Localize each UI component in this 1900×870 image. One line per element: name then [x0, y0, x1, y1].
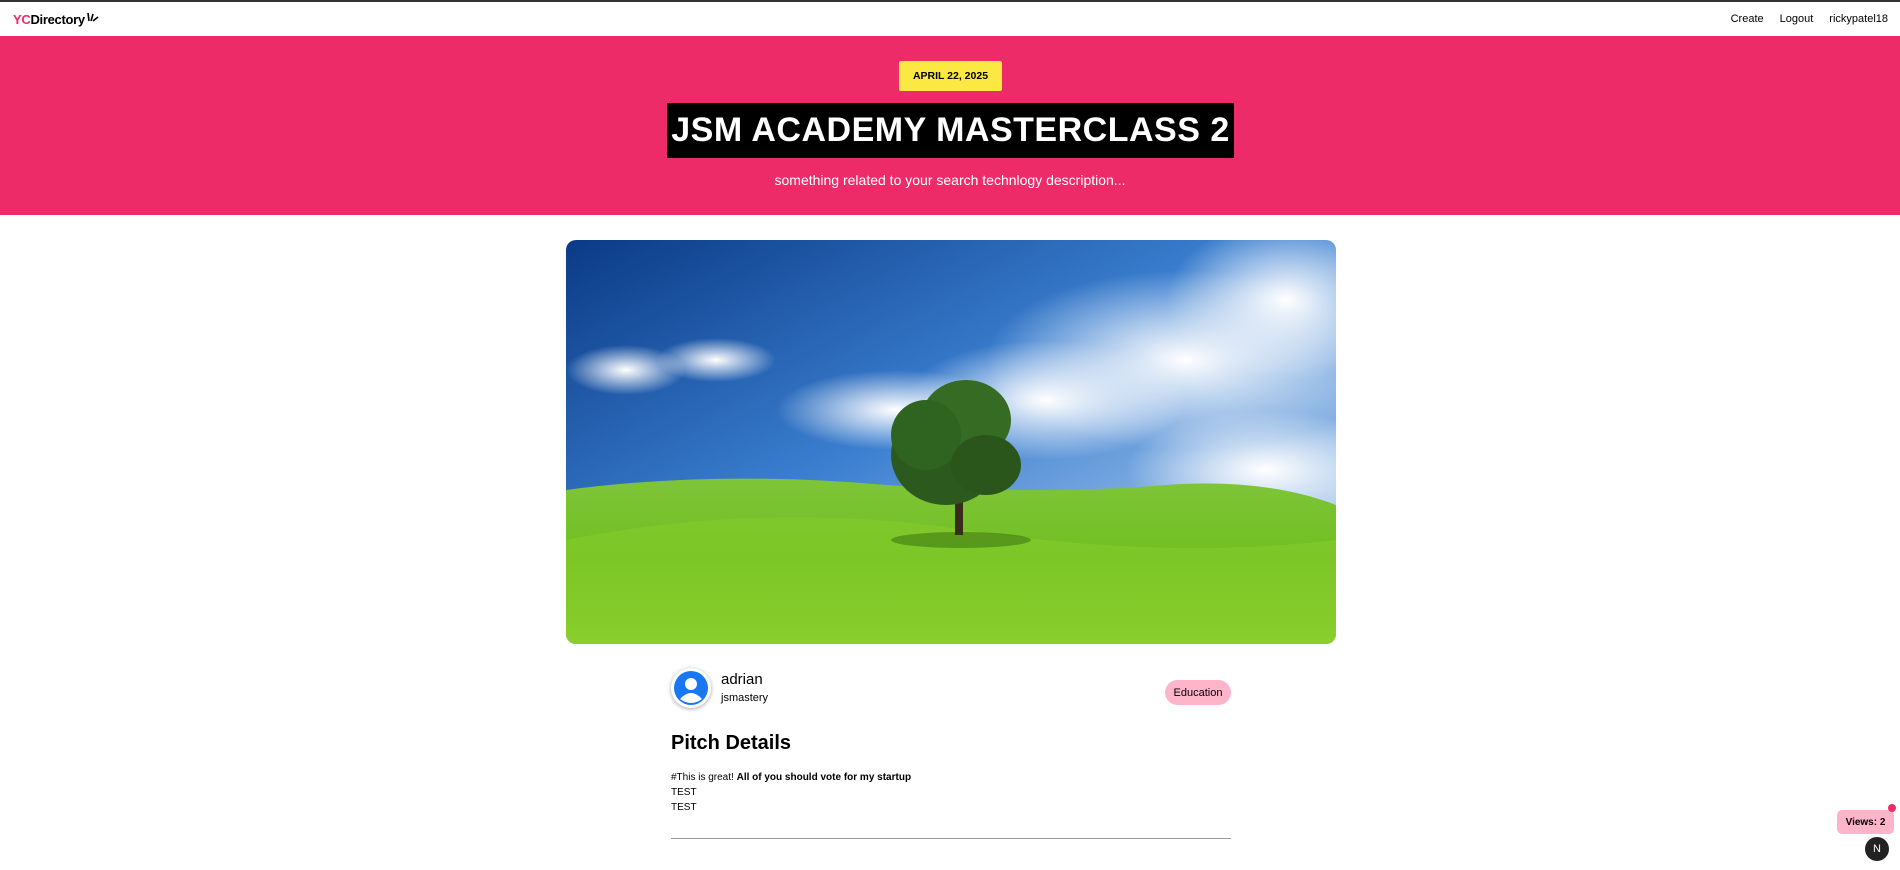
- pitch-content: #This is great! All of you should vote f…: [671, 770, 911, 815]
- user-profile-link[interactable]: rickypatel18: [1829, 13, 1888, 25]
- logo[interactable]: YC Directory: [13, 12, 100, 27]
- user-avatar-icon: [674, 671, 708, 705]
- create-link[interactable]: Create: [1731, 13, 1764, 25]
- description: something related to your search technlo…: [774, 172, 1126, 188]
- hero-section: APRIL 22, 2025 JSM ACADEMY MASTERCLASS 2…: [0, 36, 1900, 215]
- page-title: JSM ACADEMY MASTERCLASS 2: [667, 103, 1234, 158]
- views-counter: Views: 2: [1837, 810, 1894, 834]
- pitch-text: #This is great!: [671, 772, 737, 783]
- author-info[interactable]: adrian jsmastery: [671, 668, 768, 708]
- nav-links: Create Logout rickypatel18: [1731, 13, 1888, 25]
- navbar: YC Directory Create Logout rickypatel18: [0, 2, 1900, 36]
- logout-link[interactable]: Logout: [1780, 13, 1814, 25]
- startup-image: [566, 240, 1336, 644]
- pitch-line: TEST: [671, 787, 697, 798]
- author-handle: jsmastery: [721, 692, 769, 704]
- avatar: [671, 668, 711, 708]
- logo-rays-icon: [87, 12, 99, 22]
- logo-suffix: Directory: [30, 11, 85, 27]
- date-tag: APRIL 22, 2025: [899, 61, 1002, 91]
- category-tag[interactable]: Education: [1165, 680, 1231, 705]
- pitch-line: TEST: [671, 802, 697, 813]
- ping-dot-icon: [1888, 804, 1896, 812]
- pitch-bold-text: All of you should vote for my startup: [736, 772, 912, 783]
- next-dev-badge-icon[interactable]: N: [1865, 837, 1889, 861]
- divider: [671, 838, 1231, 839]
- pitch-heading: Pitch Details: [671, 732, 792, 754]
- logo-prefix: YC: [13, 11, 31, 27]
- author-name: adrian: [721, 671, 763, 688]
